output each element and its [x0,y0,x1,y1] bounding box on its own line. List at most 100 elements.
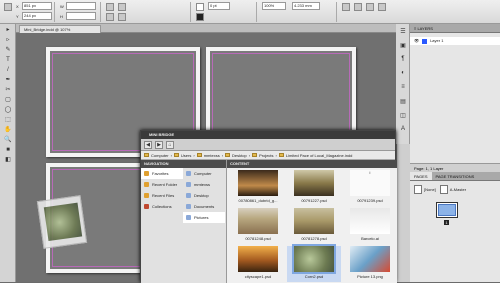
tool-icon[interactable]: / [2,66,14,74]
folder-icon [186,204,191,209]
master-a[interactable]: A-Master [439,185,466,194]
panel-icon[interactable]: ≡ [398,84,408,94]
text-wrap-icon[interactable] [342,3,350,11]
stroke-swatch-icon[interactable] [196,13,204,21]
content-pane: CONTENT 00780861_dubrid_g... 00791227.psd… [227,160,397,283]
shear-icon[interactable] [118,3,126,11]
folder-item[interactable]: Documents [183,201,225,212]
nav-item[interactable]: Recent Files [141,190,183,201]
breadcrumb-item[interactable]: Desktop [232,153,247,158]
document-tab[interactable]: Mini_Bridge.indd @ 107% [19,25,101,33]
tab-page-transitions[interactable]: PAGE TRANSITIONS [432,172,479,180]
tools-panel: ▸ ▹ ✎ T / ✒ ✂ ▢ ◯ ⬚ ✋ 🔍 ■ ◧ [0,24,16,282]
breadcrumb-separator-icon: › [221,152,224,158]
width-field[interactable]: W [60,2,96,10]
panel-icon-strip: ☰ ▣ ¶ ◐ ≡ ▤ ◫ A [396,24,410,144]
rotate-icon[interactable] [106,13,114,21]
height-field[interactable]: H [60,12,96,20]
effects-icon[interactable] [366,3,374,11]
file-name: Barcelo.ai [361,236,379,241]
breadcrumb-item[interactable]: Projects [259,153,273,158]
nav-item-icon [144,182,149,187]
layer-row[interactable]: 👁 Layer 1 [410,37,500,45]
panel-icon[interactable]: ▣ [398,42,408,52]
file-thumbnail[interactable]: 00791227.psd [287,170,341,206]
tab-pages[interactable]: PAGES [410,172,432,180]
file-thumbnail[interactable]: 00780861_dubrid_g... [231,170,285,206]
folder-icon [278,153,284,157]
dragged-image-thumbnail[interactable] [36,195,88,249]
forward-icon[interactable]: ▶ [155,140,163,149]
drop-shadow-icon[interactable] [378,3,386,11]
thumbnail-image [238,246,278,272]
tool-icon[interactable]: T [2,56,14,64]
breadcrumb-item[interactable]: mmtexss [204,153,220,158]
fit-content-icon[interactable] [354,3,362,11]
tool-icon[interactable]: 🔍 [2,136,14,144]
file-thumbnail[interactable]: 00781278.psd [287,208,341,244]
tool-icon[interactable]: ■ [2,146,14,154]
fill-swatch-icon[interactable] [196,3,204,11]
x-field[interactable]: X 851 px [16,2,52,10]
breadcrumb-item[interactable]: Computer [151,153,169,158]
thumbnail-image [294,208,334,234]
breadcrumb-item[interactable]: Users [181,153,191,158]
thumbnail-image [238,208,278,234]
nav-item-icon [144,171,149,176]
file-thumbnail[interactable]: Corn2.psd [287,244,341,282]
breadcrumb-separator-icon: › [170,152,172,158]
file-thumbnail[interactable]: cityscape1.psd [231,246,285,282]
file-thumbnail[interactable]: Picture 13.png [343,246,397,282]
file-name: Picture 13.png [357,274,383,279]
panel-icon[interactable]: ▤ [398,98,408,108]
folder-icon [144,153,149,157]
stroke-weight-field[interactable]: 0 pt [208,2,230,10]
file-name: 00781248.psd [245,236,271,241]
content-header: CONTENT [227,160,397,168]
layers-tab[interactable]: ≡ LAYERS [410,24,500,33]
eye-icon[interactable]: 👁 [414,37,419,45]
nav-item[interactable]: Recent Folder [141,179,183,190]
panel-icon[interactable]: ☰ [398,28,408,38]
tool-icon[interactable]: ✎ [2,46,14,54]
tool-icon[interactable]: ◯ [2,106,14,114]
nav-item[interactable]: Favorites [141,168,183,179]
panel-icon[interactable]: ◫ [398,112,408,122]
flip-icon[interactable] [118,13,126,21]
back-icon[interactable]: ◀ [144,140,152,149]
file-thumbnail[interactable]: 00781248.psd [231,208,285,244]
folder-icon [186,193,191,198]
folder-item[interactable]: Pictures [183,212,225,223]
breadcrumb-separator-icon: › [275,152,277,158]
tool-icon[interactable]: ▢ [2,96,14,104]
mini-bridge-title[interactable]: MINI BRIDGE [141,131,395,139]
master-none[interactable]: [None] [414,185,436,194]
nav-item-icon [144,204,149,209]
y-field[interactable]: Y 244 px [16,12,52,20]
scale-icon[interactable] [106,3,114,11]
panel-icon[interactable]: A [398,126,408,136]
page-spread-thumbnail[interactable] [436,202,458,218]
tool-icon[interactable]: ✒ [2,76,14,84]
file-thumbnail[interactable]: i 00791239.psd [343,170,397,206]
tool-icon[interactable]: ◧ [2,156,14,164]
file-thumbnail[interactable]: Barcelo.ai [343,208,397,244]
nav-item[interactable]: Collections [141,201,183,212]
folder-item[interactable]: Computer [183,168,225,179]
breadcrumb-item[interactable]: Limited Pace of Local_Magazine.indd [286,153,353,158]
tool-icon[interactable]: ✋ [2,126,14,134]
tool-icon[interactable]: ▹ [2,36,14,44]
spacing-field[interactable]: 4.233 mm [292,2,320,10]
tool-icon[interactable]: ✂ [2,86,14,94]
home-icon[interactable]: ⌂ [166,140,174,149]
panel-icon[interactable]: ¶ [398,56,408,66]
navigation-pane: NAVIGATION Favorites Recent Folder Recent … [141,160,227,283]
folder-item[interactable]: mmtexss [183,179,225,190]
folder-item[interactable]: Desktop [183,190,225,201]
tool-icon[interactable]: ▸ [2,26,14,34]
panel-icon[interactable]: ◐ [398,70,408,80]
file-name: 00791239.psd [357,198,383,203]
tool-icon[interactable]: ⬚ [2,116,14,124]
opacity-field[interactable]: 100% [262,2,286,10]
reference-point-icon[interactable] [4,3,12,11]
